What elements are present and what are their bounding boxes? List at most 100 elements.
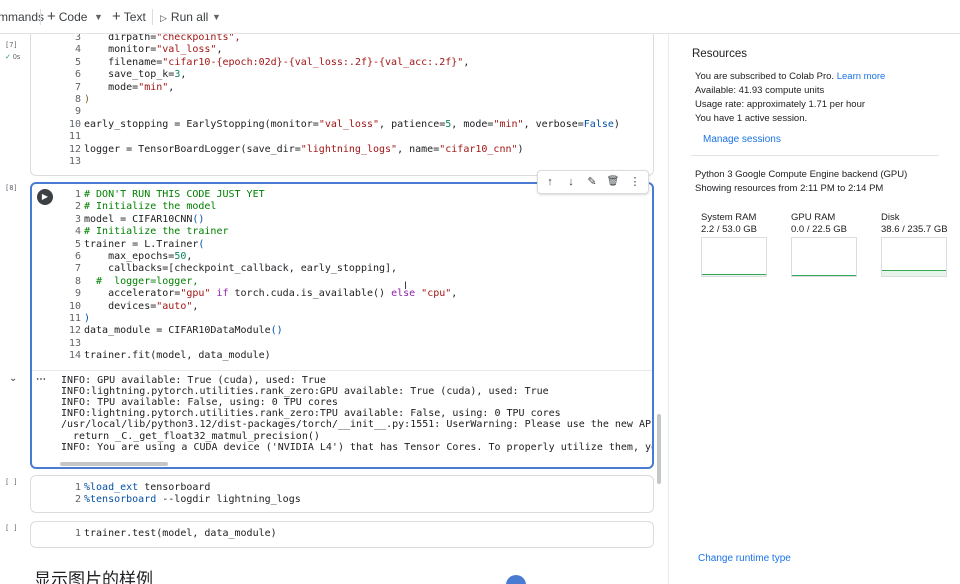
line-number: 9 (74, 288, 81, 300)
code-token: # Initialize the trainer (84, 226, 229, 238)
toolbar-divider (152, 9, 153, 25)
line-number: 1 (74, 482, 81, 493)
code-token: torch.cuda.is_available() (228, 288, 392, 300)
code-line[interactable]: model = CIFAR10CNN() (84, 214, 204, 226)
manage-sessions-button[interactable]: Manage sessions (703, 134, 781, 145)
output-line: INFO:lightning.pytorch.utilities.rank_ze… (61, 386, 549, 398)
run-all-label: Run all (170, 10, 209, 24)
code-token: "checkpoints", (156, 34, 241, 43)
more-icon[interactable]: ⋮ (624, 171, 646, 193)
code-line[interactable]: data_module = CIFAR10DataModule() (84, 325, 283, 337)
add-text-label: Text (123, 10, 146, 24)
code-line[interactable]: ) (84, 94, 90, 106)
code-token: logger = TensorBoardLogger(save_dir= (84, 143, 301, 155)
line-number: 10 (68, 118, 81, 130)
output-line: INFO: You are using a CUDA device ('NVID… (61, 441, 654, 453)
line-number: 2 (74, 494, 81, 506)
code-line[interactable]: accelerator="gpu" if torch.cuda.is_avail… (84, 288, 457, 300)
gauge-value: 2.2 / 53.0 GB (701, 224, 757, 235)
change-runtime-button[interactable]: Change runtime type (698, 553, 791, 564)
line-number: 13 (68, 337, 81, 349)
floating-action-button[interactable] (506, 575, 526, 584)
code-line[interactable]: %tensorboard --logdir lightning_logs (84, 494, 301, 506)
code-token: () (192, 213, 205, 225)
code-line[interactable]: # logger=logger, (84, 276, 198, 288)
gauge-fill (792, 275, 856, 276)
code-line[interactable]: trainer.test(model, data_module) (84, 528, 277, 540)
collapse-output-chevron-icon[interactable]: ⌄ (9, 373, 17, 384)
code-token: dirpath= (84, 34, 157, 43)
gauge-value: 0.0 / 22.5 GB (791, 224, 847, 235)
output-actions-icon[interactable]: ⋯ (36, 374, 46, 385)
gauge-label: Disk (881, 212, 900, 223)
code-line[interactable]: devices="auto", (84, 301, 198, 313)
code-token: , (180, 69, 187, 81)
line-number: 8 (74, 94, 81, 105)
active-code-cell[interactable]: ▶ 1 # DON'T RUN THIS CODE JUST YET 2 # Init… (30, 182, 654, 469)
code-cell[interactable]: 1 %load_ext tensorboard 2 %tensorboard --lo… (30, 475, 654, 513)
code-line[interactable]: save_top_k=3, (84, 69, 186, 81)
code-token: () (270, 325, 283, 337)
add-text-button[interactable]: + Text (112, 0, 146, 34)
code-token: trainer.fit(model, data_module) (84, 350, 271, 362)
code-line[interactable]: dirpath="checkpoints", (84, 34, 241, 44)
line-number: 10 (68, 300, 81, 312)
code-token: False (583, 118, 614, 130)
code-line[interactable]: filename="cifar10-{epoch:02d}-{val_loss:… (84, 57, 469, 69)
move-up-icon[interactable]: ↑ (539, 171, 561, 193)
commands-button[interactable]: mmands (0, 0, 44, 34)
code-token: devices= (84, 300, 157, 312)
learn-more-link[interactable]: Learn more (837, 71, 886, 82)
code-line[interactable]: %load_ext tensorboard (84, 482, 210, 494)
code-token: save_top_k= (84, 69, 175, 81)
code-line[interactable]: logger = TensorBoardLogger(save_dir="lig… (84, 144, 524, 156)
code-token: "auto" (156, 300, 193, 312)
line-number: 3 (74, 213, 81, 225)
code-line[interactable]: monitor="val_loss", (84, 44, 222, 56)
code-token: # Initialize the model (84, 201, 217, 213)
code-token: , verbose= (523, 118, 584, 130)
add-code-button[interactable]: + Code (47, 0, 87, 34)
code-line[interactable]: callbacks=[checkpoint_callback, early_st… (84, 263, 397, 275)
code-line[interactable]: ) (84, 313, 90, 325)
panel-divider (691, 155, 939, 156)
notebook-toolbar: mmands + Code ▼ + Text ▷ Run all ▼ (0, 0, 960, 34)
line-number: 14 (68, 350, 81, 362)
code-line[interactable]: # Initialize the trainer (84, 226, 229, 238)
toolbar-divider (40, 9, 41, 25)
code-line[interactable]: max_epochs=50, (84, 251, 192, 263)
chevron-down-icon[interactable]: ▼ (212, 0, 221, 34)
plus-icon: + (112, 8, 121, 25)
subscription-text: You are subscribed to Colab Pro. Learn m… (695, 71, 885, 82)
code-token: "gpu" (180, 288, 211, 300)
usage-rate: Usage rate: approximately 1.71 per hour (695, 99, 866, 110)
code-line[interactable]: mode="min", (84, 82, 174, 94)
code-line[interactable]: # DON'T RUN THIS CODE JUST YET (84, 189, 265, 201)
code-cell[interactable]: 1 trainer.test(model, data_module) (30, 521, 654, 548)
delete-icon[interactable]: 🗑 (602, 171, 624, 193)
code-line[interactable]: early_stopping = EarlyStopping(monitor="… (84, 119, 620, 131)
code-cell[interactable]: 3 dirpath="checkpoints", 4 monitor="val_l… (30, 34, 654, 176)
code-token: , (168, 81, 175, 93)
play-icon: ▷ (160, 13, 167, 23)
code-token: trainer.test(model, data_module) (84, 528, 277, 539)
code-line[interactable]: trainer.fit(model, data_module) (84, 350, 271, 362)
chevron-down-icon[interactable]: ▼ (94, 0, 103, 34)
code-token: trainer = L.Trainer (84, 238, 199, 250)
code-token: "min" (138, 81, 169, 93)
output-horizontal-scrollbar[interactable] (60, 462, 168, 466)
code-line[interactable]: # Initialize the model (84, 201, 216, 213)
code-token: ) (517, 143, 524, 155)
execution-count: [8] (5, 184, 18, 192)
notebook-area: [7] ✓ 0s 3 dirpath="checkpoints", 4 monit… (0, 34, 668, 584)
resources-panel: Resources You are subscribed to Colab Pr… (668, 34, 960, 584)
edit-icon[interactable]: ✎ (581, 171, 603, 193)
line-number: 12 (68, 325, 81, 337)
move-down-icon[interactable]: ↓ (560, 171, 582, 193)
gauge-value: 38.6 / 235.7 GB (881, 224, 948, 235)
line-number: 6 (74, 251, 81, 262)
add-code-label: Code (58, 10, 88, 24)
run-all-button[interactable]: ▷ Run all (160, 0, 208, 34)
code-line[interactable]: trainer = L.Trainer( (84, 239, 204, 251)
vertical-scrollbar[interactable] (657, 414, 661, 484)
